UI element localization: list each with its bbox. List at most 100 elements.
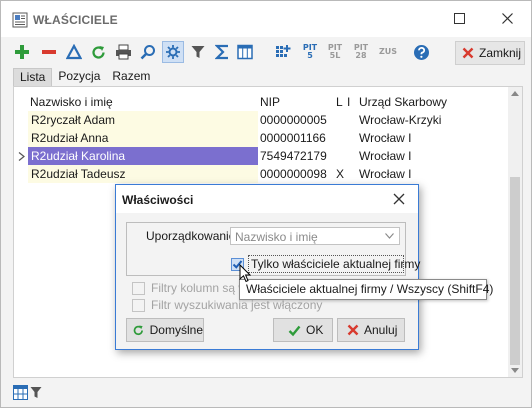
- pit5l-icon: PIT 5L: [328, 44, 342, 60]
- scrollbar-thumb[interactable]: [510, 177, 520, 365]
- cell-i: [347, 111, 359, 129]
- close-x-icon: [462, 47, 474, 59]
- dialog-title: Właściwości: [122, 193, 194, 207]
- scroll-up-icon[interactable]: [511, 91, 519, 96]
- row-pointer-icon: [18, 152, 25, 161]
- default-button-label: Domyślne: [149, 323, 203, 337]
- toolbar: PIT 5 PIT 5L PIT 28 ZUS: [1, 37, 531, 67]
- pit28-button[interactable]: PIT 28: [350, 41, 372, 63]
- add-button[interactable]: [11, 41, 33, 63]
- table-row[interactable]: R2udział Tadeusz 0000000098 X Wrocław I: [14, 165, 508, 183]
- cell-name: R2udział Anna: [28, 129, 258, 147]
- cell-office: Wrocław I: [359, 167, 412, 181]
- cell-nip: 0000000005: [260, 113, 327, 127]
- sigma-icon: [214, 44, 228, 60]
- print-icon: [115, 44, 131, 60]
- pit5-icon: PIT 5: [303, 44, 317, 60]
- chevron-down-icon: [385, 233, 394, 239]
- cell-office: Wrocław-Krzyki: [359, 113, 442, 127]
- zus-button[interactable]: ZUS: [377, 41, 399, 63]
- maximize-button[interactable]: [448, 9, 470, 29]
- x-icon: [347, 324, 359, 336]
- filter-columns-label: Filtry kolumn są wł: [151, 281, 250, 295]
- settings-icon: [166, 45, 180, 59]
- filter-button[interactable]: [187, 41, 209, 63]
- default-button[interactable]: Domyślne: [126, 318, 204, 342]
- tooltip: Właściciele aktualnej firmy / Wszyscy (S…: [239, 279, 493, 300]
- zus-icon: ZUS: [378, 47, 398, 56]
- order-label: Uporządkowanie: [146, 229, 236, 243]
- cell-i: [347, 147, 359, 165]
- edit-button[interactable]: [63, 41, 85, 63]
- cell-office: Wrocław I: [359, 149, 412, 163]
- pit28-icon-bottom: 28: [355, 51, 367, 60]
- cancel-button-label: Anuluj: [364, 323, 398, 337]
- only-current-label[interactable]: Tylko właściciele aktualnej firmy: [251, 257, 420, 271]
- columns-button[interactable]: [234, 41, 256, 63]
- cell-name: R2ryczałt Adam: [28, 111, 258, 129]
- plus-icon: [15, 45, 29, 59]
- check-icon: [288, 325, 301, 336]
- close-window-button[interactable]: [496, 9, 518, 29]
- filter-columns-checkbox: [132, 282, 145, 295]
- header-i[interactable]: I: [347, 93, 359, 111]
- pit28-icon: PIT 28: [354, 44, 368, 60]
- status-filter-icon[interactable]: [30, 386, 42, 399]
- delete-button[interactable]: [38, 41, 60, 63]
- title-bar: WŁAŚCICIELE: [1, 1, 531, 37]
- app-icon: [12, 12, 28, 28]
- cell-i: [347, 165, 359, 183]
- ok-button-label: OK: [306, 323, 324, 337]
- close-button-label: Zamknij: [479, 46, 522, 60]
- refresh-icon: [133, 324, 143, 335]
- cell-name: R2udział Tadeusz: [28, 165, 258, 183]
- status-bar: [1, 381, 531, 407]
- pit5-button[interactable]: PIT 5: [299, 41, 321, 63]
- table-view-icon[interactable]: [13, 385, 28, 400]
- cell-nip: 7549472179: [260, 149, 327, 163]
- order-select-value: Nazwisko i imię: [235, 230, 318, 244]
- scroll-down-icon[interactable]: [511, 368, 519, 373]
- settings-button[interactable]: [162, 41, 184, 63]
- vertical-scrollbar[interactable]: [508, 87, 522, 377]
- ok-button[interactable]: OK: [273, 318, 333, 342]
- tab-bar: Lista Pozycja Razem: [13, 68, 156, 86]
- header-name[interactable]: Nazwisko i imię: [30, 93, 260, 111]
- tab-razem[interactable]: Razem: [106, 68, 156, 86]
- header-office[interactable]: Urząd Skarbowy: [359, 93, 499, 111]
- table-row[interactable]: R2udział Anna 0000001166 Wrocław I: [14, 129, 508, 147]
- tab-pozycja[interactable]: Pozycja: [52, 68, 106, 86]
- close-icon: [393, 193, 405, 205]
- close-button[interactable]: Zamknij: [455, 41, 525, 65]
- refresh-icon: [91, 45, 105, 59]
- sum-button[interactable]: [211, 41, 233, 63]
- filter-icon: [191, 46, 205, 58]
- filter-search-checkbox: [132, 299, 145, 312]
- search-button[interactable]: [137, 41, 159, 63]
- refresh-button[interactable]: [87, 41, 109, 63]
- table-header: Nazwisko i imię NIP L I Urząd Skarbowy: [14, 93, 508, 111]
- order-select[interactable]: Nazwisko i imię: [230, 227, 400, 245]
- table-row[interactable]: R2ryczałt Adam 0000000005 Wrocław-Krzyki: [14, 111, 508, 129]
- cell-office: Wrocław I: [359, 131, 412, 145]
- dialog-title-bar: Właściwości: [116, 185, 418, 213]
- help-icon: [413, 44, 429, 60]
- tab-lista[interactable]: Lista: [13, 68, 53, 86]
- dialog-close-button[interactable]: [390, 190, 408, 208]
- cell-nip: 0000001166: [260, 131, 326, 145]
- search-icon: [140, 45, 155, 60]
- maximize-icon: [453, 13, 465, 24]
- help-button[interactable]: [410, 41, 432, 63]
- cell-i: [347, 129, 359, 147]
- properties-dialog: Właściwości Uporządkowanie Nazwisko i im…: [115, 184, 420, 350]
- columns-icon: [237, 44, 253, 60]
- table-row-selected[interactable]: R2udział Karolina 7549472179 Wrocław I: [14, 147, 508, 165]
- cancel-button[interactable]: Anuluj: [337, 318, 405, 342]
- header-nip[interactable]: NIP: [260, 93, 340, 111]
- filter-search-label: Filtr wyszukiwania jest włączony: [151, 298, 323, 312]
- print-button[interactable]: [112, 41, 134, 63]
- grid-add-button[interactable]: [272, 41, 294, 63]
- grid-add-icon: [275, 44, 290, 57]
- pit5l-button[interactable]: PIT 5L: [324, 41, 346, 63]
- pit5-icon-bottom: 5: [307, 51, 313, 60]
